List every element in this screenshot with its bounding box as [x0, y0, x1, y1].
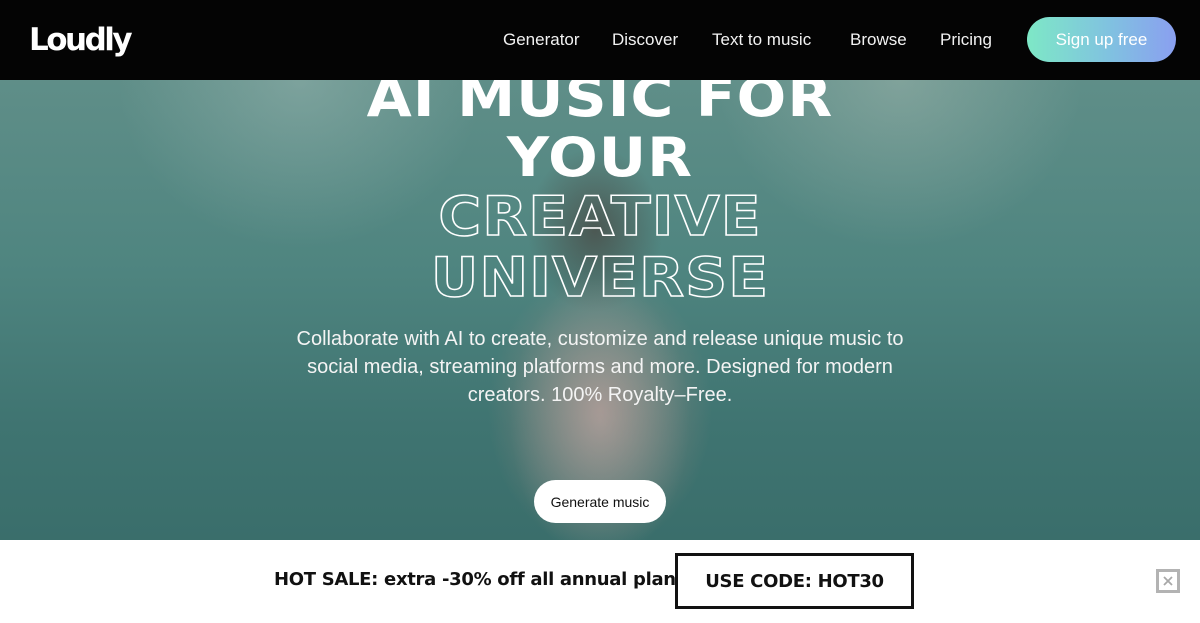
- generate-music-button[interactable]: Generate music: [534, 480, 666, 523]
- promo-text: HOT SALE: extra -30% off all annual plan…: [274, 569, 687, 590]
- nav-browse[interactable]: Browse: [850, 29, 907, 51]
- top-navbar: Loudly Generator Discover Text to music …: [0, 0, 1200, 80]
- promo-code-button[interactable]: USE CODE: HOT30: [675, 553, 914, 609]
- headline-line-2: YOUR: [506, 126, 694, 189]
- close-icon: [1163, 576, 1173, 586]
- hero-description-line-3: creators. 100% Royalty–Free.: [467, 384, 733, 406]
- hero-section: AI MUSIC FOR YOUR CREATIVE UNIVERSE Coll…: [0, 80, 1200, 540]
- hero-description-line-2: social media, streaming platforms and mo…: [307, 356, 893, 378]
- nav-discover[interactable]: Discover: [612, 29, 678, 51]
- sign-up-free-button[interactable]: Sign up free: [1027, 17, 1176, 62]
- nav-pricing[interactable]: Pricing: [940, 29, 992, 51]
- close-promo-button[interactable]: [1156, 569, 1180, 593]
- promo-banner: HOT SALE: extra -30% off all annual plan…: [0, 540, 1200, 623]
- nav-text-to-music[interactable]: Text to music: [712, 29, 811, 51]
- main-nav: Generator Discover Text to music Browse …: [0, 0, 1200, 80]
- headline-line-1: AI MUSIC FOR: [366, 80, 834, 129]
- hero-description-line-1: Collaborate with AI to create, customize…: [296, 328, 904, 350]
- headline-line-4-outline: UNIVERSE: [430, 246, 770, 309]
- hero-description: Collaborate with AI to create, customize…: [270, 325, 930, 409]
- nav-generator[interactable]: Generator: [503, 29, 580, 51]
- headline-line-3-outline: CREATIVE: [438, 185, 762, 248]
